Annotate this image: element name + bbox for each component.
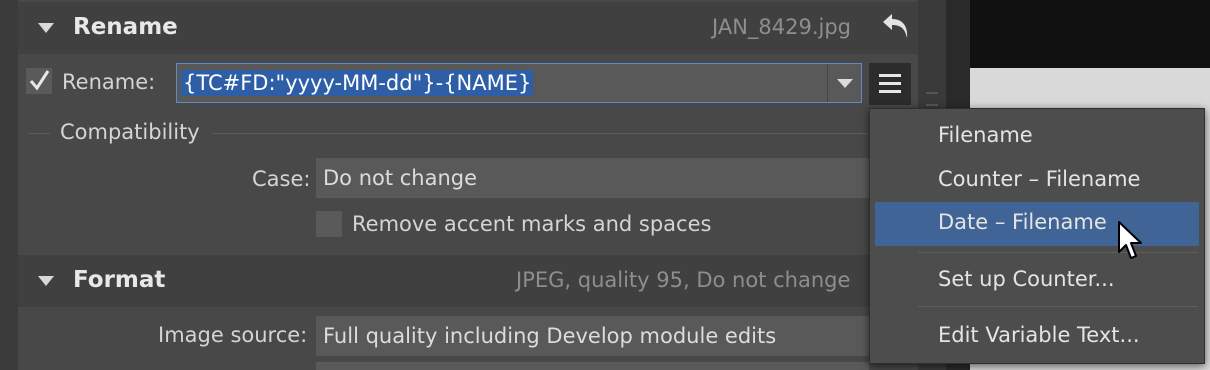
menu-item-label: Set up Counter... [938,267,1115,291]
image-source-label: Image source: [158,323,308,347]
compatibility-divider-left [28,133,50,134]
format-section-title: Format [73,267,166,293]
rename-pattern-input[interactable]: {TC#FD:"yyyy-MM-dd"}-{NAME} [181,70,534,96]
menu-item-set-up-counter[interactable]: Set up Counter... [870,259,1204,303]
next-field-edge [316,362,869,370]
rename-filename-info: JAN_8429.jpg [712,15,852,39]
menu-separator [918,306,1198,307]
case-value: Do not change [323,166,478,190]
compatibility-divider-right [212,133,868,134]
menu-item-counter-filename[interactable]: Counter – Filename [870,159,1204,203]
rename-presets-menu: Filename Counter – Filename Date – Filen… [869,108,1205,364]
menu-item-date-filename[interactable]: Date – Filename [875,202,1199,246]
presets-menu-button[interactable] [869,63,911,105]
undo-arrow-icon[interactable] [880,10,912,42]
case-label: Case: [252,167,311,191]
combobox-divider [827,64,828,102]
menu-item-label: Counter – Filename [938,167,1141,191]
rename-label: Rename: [62,70,156,94]
remove-accents-checkbox[interactable] [316,211,342,237]
rename-section-header[interactable]: Rename JAN_8429.jpg [18,2,918,54]
dropdown-arrow-icon[interactable] [837,79,853,88]
case-dropdown[interactable]: Do not change [316,158,869,198]
remove-accents-label: Remove accent marks and spaces [352,212,712,236]
menu-item-edit-variable-text[interactable]: Edit Variable Text... [870,315,1204,359]
hamburger-menu-icon [879,74,901,93]
image-source-dropdown[interactable]: Full quality including Develop module ed… [316,316,869,356]
scroll-grip-icon[interactable] [926,92,938,106]
menu-item-label: Filename [938,123,1033,147]
menu-separator [918,252,1198,253]
collapse-triangle-icon[interactable] [38,23,54,33]
format-section-header[interactable]: Format JPEG, quality 95, Do not change [18,255,918,307]
preview-thumbnail-dark [970,0,1210,68]
collapse-triangle-icon[interactable] [38,276,54,286]
menu-item-label: Date – Filename [938,210,1107,234]
compatibility-title: Compatibility [60,120,200,144]
mouse-cursor-icon [1118,221,1142,259]
image-source-value: Full quality including Develop module ed… [323,324,777,348]
rename-checkbox[interactable] [26,68,52,94]
checkmark-icon [29,70,50,91]
rename-pattern-combobox[interactable]: {TC#FD:"yyyy-MM-dd"}-{NAME} [176,63,862,103]
format-summary: JPEG, quality 95, Do not change [516,268,851,292]
menu-item-filename[interactable]: Filename [870,115,1204,159]
menu-item-label: Edit Variable Text... [938,323,1140,347]
rename-section-title: Rename [73,14,178,40]
